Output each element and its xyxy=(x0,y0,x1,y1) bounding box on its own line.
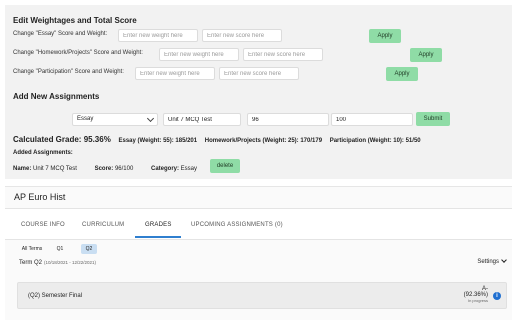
settings-dropdown[interactable]: Settings xyxy=(477,257,507,265)
chevron-down-icon xyxy=(501,257,507,263)
active-tab-indicator xyxy=(135,236,181,238)
essay-weight-input[interactable] xyxy=(118,29,198,42)
course-title: AP Euro Hist xyxy=(14,192,66,202)
calculated-grade-line: Calculated Grade: 95.36% Essay (Weight: … xyxy=(13,135,427,144)
add-assignments-heading: Add New Assignments xyxy=(13,92,100,101)
calculated-grade: Calculated Grade: 95.36% xyxy=(13,135,111,144)
participation-breakdown: Participation (Weight: 10): 51/50 xyxy=(329,138,421,144)
settings-label: Settings xyxy=(477,259,499,265)
info-icon[interactable]: i xyxy=(493,292,501,300)
semester-grade: A- (92.36%) In progress xyxy=(464,286,488,303)
assignment-total-input[interactable] xyxy=(331,113,413,126)
term-q1[interactable]: Q1 xyxy=(53,244,67,254)
semester-final-card[interactable]: (Q2) Semester Final A- (92.36%) In progr… xyxy=(17,282,507,309)
added-name-label: Name: xyxy=(13,166,32,172)
category-select-value: Essay xyxy=(77,116,94,122)
homework-apply-button[interactable]: Apply xyxy=(410,48,442,62)
essay-breakdown: Essay (Weight: 55): 185/201 xyxy=(118,138,198,144)
tab-course-info[interactable]: COURSE INFO xyxy=(21,222,65,228)
added-category-label: Category: xyxy=(150,166,179,172)
participation-weight-input[interactable] xyxy=(135,67,215,80)
semester-name: (Q2) Semester Final xyxy=(28,293,83,299)
added-score-label: Score: xyxy=(94,166,114,172)
edit-weightages-heading: Edit Weightages and Total Score xyxy=(13,16,137,25)
added-score-value: 96/100 xyxy=(114,166,134,172)
essay-apply-button[interactable]: Apply xyxy=(369,29,401,43)
homework-score-input[interactable] xyxy=(243,48,323,61)
grade-calculator-panel: Edit Weightages and Total Score Change "… xyxy=(5,5,512,179)
added-assignment-item: Name: Unit 7 MCQ Test Score: 96/100 Cate… xyxy=(13,166,213,172)
term-all-terms[interactable]: All Terms xyxy=(18,244,46,254)
participation-apply-button[interactable]: Apply xyxy=(386,67,418,81)
participation-row-label: Change "Participation" Score and Weight: xyxy=(13,69,124,75)
tab-upcoming-assignments[interactable]: UPCOMING ASSIGNMENTS (0) xyxy=(191,222,283,228)
term-label: Term Q2 (10/18/2021 - 12/22/2021) xyxy=(19,260,96,266)
added-category-value: Essay xyxy=(180,166,198,172)
term-q2[interactable]: Q2 xyxy=(81,244,97,254)
delete-button[interactable]: delete xyxy=(210,159,240,173)
assignment-score-input[interactable] xyxy=(247,113,329,126)
homework-weight-input[interactable] xyxy=(159,48,239,61)
chevron-down-icon xyxy=(146,114,155,123)
submit-button[interactable]: Submit xyxy=(416,112,450,126)
grade-status: In progress xyxy=(467,298,488,303)
homework-breakdown: Homework/Projects (Weight: 25): 170/179 xyxy=(204,138,323,144)
tab-grades[interactable]: GRADES xyxy=(145,222,172,228)
assignment-name-input[interactable] xyxy=(163,113,241,126)
term-dates: (10/18/2021 - 12/22/2021) xyxy=(44,260,97,265)
added-name-value: Unit 7 MCQ Test xyxy=(33,166,77,172)
category-select[interactable]: Essay xyxy=(72,113,158,126)
course-panel: AP Euro Hist COURSE INFO CURRICULUM GRAD… xyxy=(5,186,512,320)
essay-score-input[interactable] xyxy=(202,29,282,42)
tab-curriculum[interactable]: CURRICULUM xyxy=(82,222,124,228)
term-name: Term Q2 xyxy=(19,260,43,266)
homework-row-label: Change "Homework/Projects" Score and Wei… xyxy=(13,50,143,56)
course-tabs: COURSE INFO CURRICULUM GRADES UPCOMING A… xyxy=(5,209,512,240)
essay-row-label: Change "Essay" Score and Weight: xyxy=(13,31,108,37)
added-assignments-title: Added Assignments: xyxy=(13,150,73,156)
participation-score-input[interactable] xyxy=(219,67,299,80)
